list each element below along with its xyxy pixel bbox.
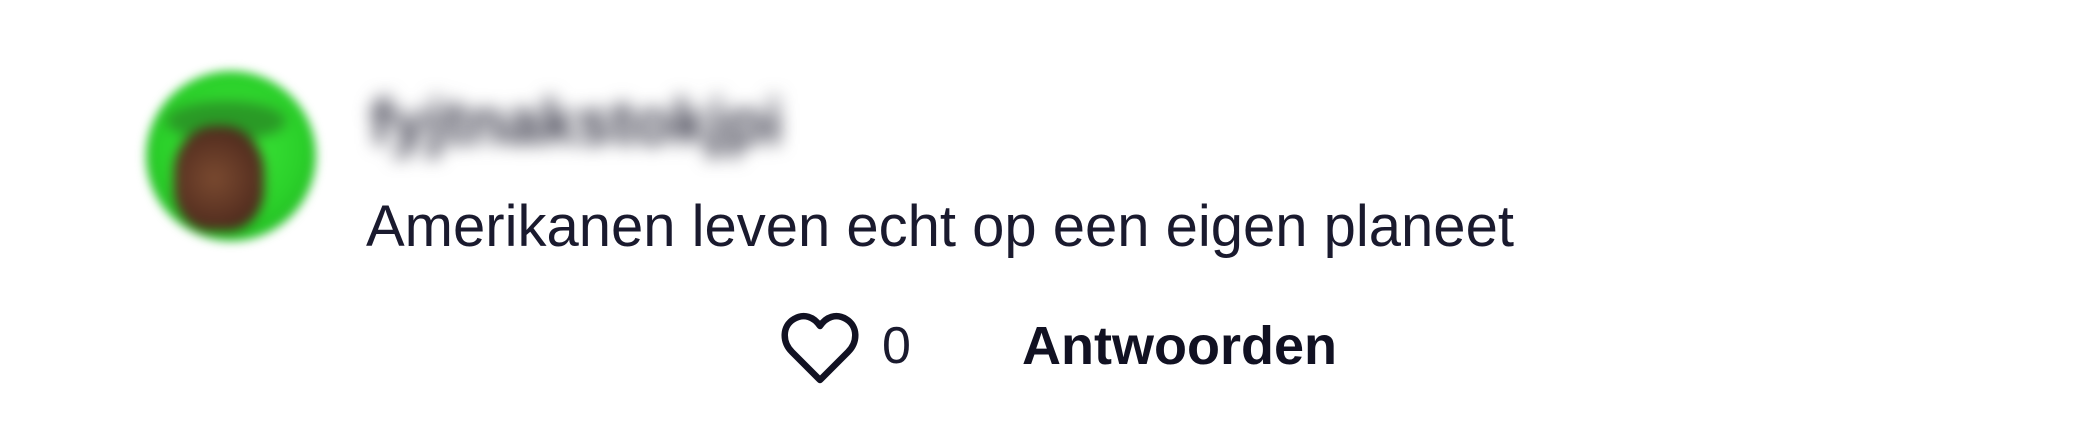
like-button[interactable]: [780, 310, 860, 386]
heart-icon: [781, 312, 859, 384]
avatar[interactable]: [146, 71, 316, 241]
reply-button[interactable]: Antwoorden: [1022, 311, 1337, 381]
username[interactable]: fyjtnakstokjpi: [370, 82, 783, 162]
comment-text: Amerikanen leven echt op een eigen plane…: [366, 194, 1514, 259]
comment-item: fyjtnakstokjpi Amerikanen leven echt op …: [0, 0, 2078, 430]
avatar-face: [174, 126, 264, 231]
like-count: 0: [882, 317, 911, 375]
